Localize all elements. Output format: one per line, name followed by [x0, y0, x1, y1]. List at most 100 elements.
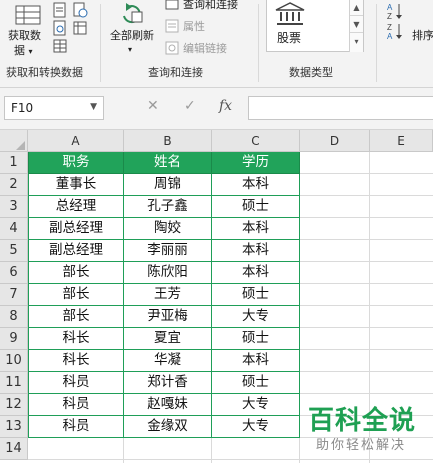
chevron-down-icon[interactable]: ▼	[90, 102, 97, 112]
table-cell[interactable]: 郑计香	[124, 372, 212, 394]
table-cell[interactable]: 尹亚梅	[124, 306, 212, 328]
table-cell[interactable]: 夏宜	[124, 328, 212, 350]
chevron-down-icon: ▾	[128, 45, 133, 54]
table-cell[interactable]: 金缘双	[124, 416, 212, 438]
row-header-3[interactable]: 3	[0, 196, 28, 218]
from-table-icon[interactable]	[52, 38, 68, 54]
table-cell[interactable]: 硕士	[212, 328, 300, 350]
from-web-icon[interactable]	[52, 20, 68, 36]
existing-connections-icon[interactable]	[72, 20, 88, 36]
formula-controls: ✕ ✓ fx	[112, 96, 247, 120]
column-header-b[interactable]: B	[124, 130, 212, 152]
stock-data-type[interactable]: 股票	[277, 29, 301, 46]
get-data-icon[interactable]	[14, 2, 44, 26]
table-cell[interactable]: 硕士	[212, 284, 300, 306]
row-header-4[interactable]: 4	[0, 218, 28, 240]
properties-button[interactable]: 属性	[183, 18, 205, 34]
svg-text:A: A	[387, 32, 393, 40]
scroll-down-icon[interactable]: ▼	[350, 17, 363, 33]
svg-text:A: A	[387, 3, 393, 12]
row-header-11[interactable]: 11	[0, 372, 28, 394]
name-box[interactable]: F10 ▼	[4, 96, 104, 120]
table-header-cell[interactable]: 学历	[212, 152, 300, 174]
sort-za-icon[interactable]: Z A	[386, 22, 404, 40]
group-label-get-transform: 获取和转换数据	[6, 66, 83, 79]
column-header-row: ABCDE	[0, 130, 433, 152]
table-cell[interactable]: 科长	[28, 328, 124, 350]
sort-button[interactable]: 排序	[412, 27, 433, 43]
table-cell[interactable]: 陶姣	[124, 218, 212, 240]
table-cell[interactable]: 科员	[28, 372, 124, 394]
table-header-cell[interactable]: 姓名	[124, 152, 212, 174]
table-cell[interactable]: 本科	[212, 218, 300, 240]
cell-reference: F10	[11, 101, 34, 115]
row-header-9[interactable]: 9	[0, 328, 28, 350]
get-data-button-line2[interactable]: 据 ▾	[14, 42, 33, 58]
refresh-all-button[interactable]: 全部刷新	[110, 27, 154, 43]
enter-icon[interactable]: ✓	[184, 98, 196, 114]
table-cell[interactable]: 陈欣阳	[124, 262, 212, 284]
gallery-more-icon[interactable]: ▾	[350, 34, 363, 50]
table-cell[interactable]: 科员	[28, 416, 124, 438]
refresh-all-label: 全部刷新	[110, 29, 154, 42]
table-cell[interactable]: 李丽丽	[124, 240, 212, 262]
table-cell[interactable]: 本科	[212, 262, 300, 284]
table-cell[interactable]: 周锦	[124, 174, 212, 196]
table-cell[interactable]: 部长	[28, 306, 124, 328]
ribbon-separator	[100, 4, 101, 82]
row-header-12[interactable]: 12	[0, 394, 28, 416]
table-cell[interactable]: 副总经理	[28, 240, 124, 262]
table-cell[interactable]: 总经理	[28, 196, 124, 218]
column-header-e[interactable]: E	[370, 130, 433, 152]
data-type-gallery[interactable]: 股票 ▲ ▼ ▾	[266, 0, 364, 52]
queries-connections-icon[interactable]	[165, 0, 179, 10]
table-cell[interactable]: 硕士	[212, 196, 300, 218]
table-cell[interactable]: 赵嘎妹	[124, 394, 212, 416]
get-data-button[interactable]: 获取数	[8, 27, 41, 43]
column-header-a[interactable]: A	[28, 130, 124, 152]
refresh-all-dropdown[interactable]: ▾	[128, 42, 132, 55]
table-cell[interactable]: 本科	[212, 350, 300, 372]
row-header-1[interactable]: 1	[0, 152, 28, 174]
row-header-13[interactable]: 13	[0, 416, 28, 438]
refresh-icon[interactable]	[119, 2, 145, 24]
row-header-7[interactable]: 7	[0, 284, 28, 306]
table-cell[interactable]: 科长	[28, 350, 124, 372]
row-header-14[interactable]: 14	[0, 438, 28, 460]
table-cell[interactable]: 董事长	[28, 174, 124, 196]
sort-az-icon[interactable]: A Z	[386, 2, 404, 20]
table-cell[interactable]: 副总经理	[28, 218, 124, 240]
column-header-d[interactable]: D	[300, 130, 370, 152]
edit-links-button[interactable]: 编辑链接	[183, 40, 227, 56]
from-text-icon[interactable]	[52, 2, 68, 18]
gallery-scrollbar[interactable]: ▲ ▼ ▾	[349, 0, 363, 52]
recent-sources-icon[interactable]	[72, 2, 88, 18]
column-header-c[interactable]: C	[212, 130, 300, 152]
table-cell[interactable]: 硕士	[212, 372, 300, 394]
table-cell[interactable]: 王芳	[124, 284, 212, 306]
row-header-10[interactable]: 10	[0, 350, 28, 372]
row-header-6[interactable]: 6	[0, 262, 28, 284]
table-cell[interactable]: 孔子鑫	[124, 196, 212, 218]
table-cell[interactable]: 本科	[212, 240, 300, 262]
formula-input[interactable]	[248, 96, 433, 120]
group-label-data-types: 数据类型	[289, 66, 333, 79]
table-cell[interactable]: 大专	[212, 416, 300, 438]
table-header-cell[interactable]: 职务	[28, 152, 124, 174]
select-all-corner[interactable]	[0, 130, 28, 152]
cancel-icon[interactable]: ✕	[147, 98, 159, 114]
scroll-up-icon[interactable]: ▲	[350, 0, 363, 16]
table-cell[interactable]: 本科	[212, 174, 300, 196]
table-cell[interactable]: 部长	[28, 284, 124, 306]
row-header-8[interactable]: 8	[0, 306, 28, 328]
table-cell[interactable]: 科员	[28, 394, 124, 416]
watermark-subtitle: 助你轻松解决	[316, 438, 407, 453]
table-cell[interactable]: 部长	[28, 262, 124, 284]
table-cell[interactable]: 大专	[212, 306, 300, 328]
table-cell[interactable]: 大专	[212, 394, 300, 416]
queries-connections-button[interactable]: 查询和连接	[183, 0, 238, 12]
insert-function-icon[interactable]: fx	[219, 98, 232, 114]
row-header-5[interactable]: 5	[0, 240, 28, 262]
table-cell[interactable]: 华凝	[124, 350, 212, 372]
row-header-2[interactable]: 2	[0, 174, 28, 196]
